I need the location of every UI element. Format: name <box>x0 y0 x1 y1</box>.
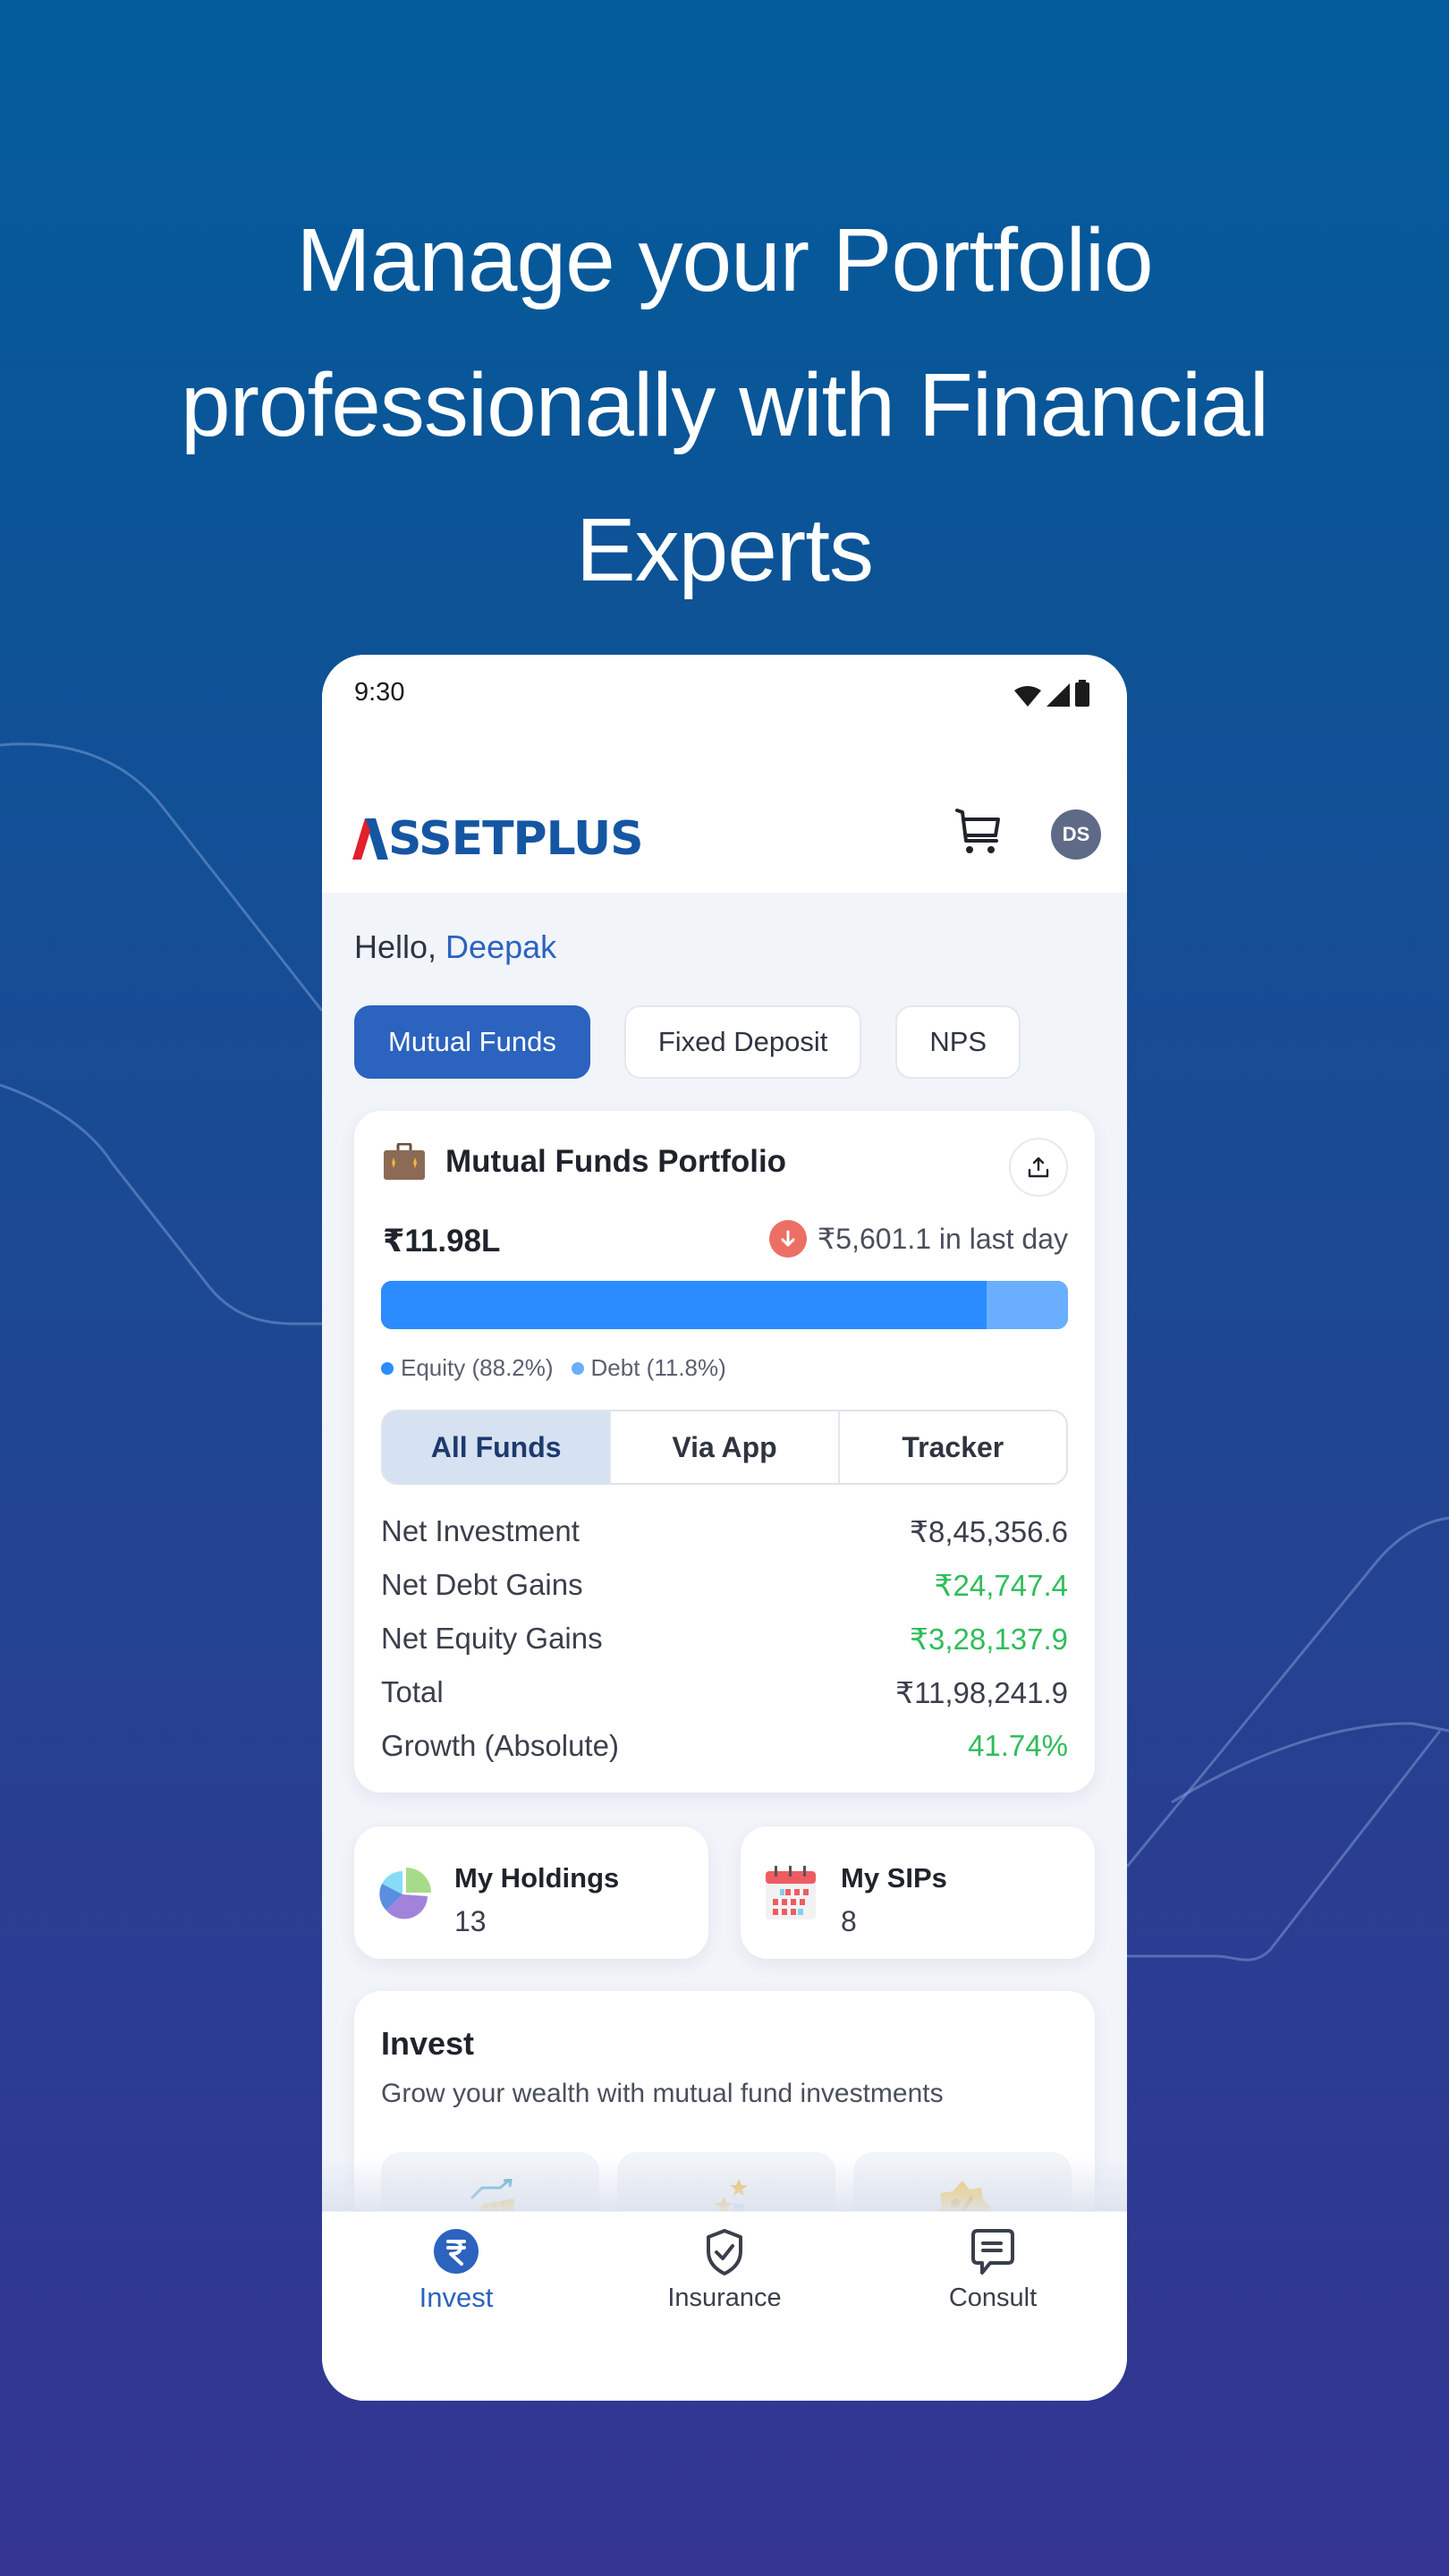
scroll-fade <box>322 2157 1127 2211</box>
nav-label: Invest <box>419 2282 494 2313</box>
portfolio-header: Mutual Funds Portfolio <box>383 1143 786 1181</box>
stat-value: ₹11,98,241.9 <box>895 1675 1068 1709</box>
portfolio-view-tabs: All Funds Via App Tracker <box>381 1410 1068 1485</box>
share-button[interactable] <box>1009 1138 1068 1197</box>
avatar[interactable]: DS <box>1051 809 1101 860</box>
legend-label: Equity (88.2%) <box>401 1354 554 1381</box>
legend-label: Debt (11.8%) <box>590 1354 726 1381</box>
chat-icon <box>971 2229 1014 2275</box>
stat-label: Total <box>381 1675 444 1708</box>
stat-value: ₹3,28,137.9 <box>910 1622 1068 1656</box>
stat-row: Total ₹11,98,241.9 <box>381 1665 1068 1719</box>
app-bar: SSETPLUS DS <box>322 744 1127 893</box>
holdings-title: My Holdings <box>454 1862 620 1894</box>
product-tabs: Mutual Funds Fixed Deposit NPS <box>354 1005 1021 1079</box>
headline: Manage your Portfolio professionally wit… <box>0 188 1449 623</box>
stat-value: ₹24,747.4 <box>934 1568 1068 1602</box>
legend-dot <box>381 1361 394 1375</box>
my-sips-card[interactable]: My SIPs 8 <box>741 1826 1095 1959</box>
stat-value: ₹8,45,356.6 <box>910 1514 1068 1548</box>
tab-all-funds[interactable]: All Funds <box>383 1411 612 1483</box>
tab-nps[interactable]: NPS <box>895 1005 1021 1079</box>
status-icons <box>1014 680 1089 707</box>
allocation-debt-segment <box>987 1281 1068 1329</box>
portfolio-value: ₹11.98L <box>383 1224 501 1258</box>
logo-text: SSETPLUS <box>388 812 644 866</box>
portfolio-title: Mutual Funds Portfolio <box>445 1144 787 1179</box>
status-bar: 9:30 <box>322 655 1127 744</box>
shield-check-icon <box>707 2229 742 2275</box>
tab-tracker[interactable]: Tracker <box>840 1411 1066 1483</box>
tab-via-app[interactable]: Via App <box>611 1411 840 1483</box>
allocation-equity-segment <box>381 1281 987 1329</box>
stat-row: Net Investment ₹8,45,356.6 <box>381 1504 1068 1558</box>
day-change-text: ₹5,601.1 in last day <box>817 1223 1068 1255</box>
allocation-bar <box>381 1281 1068 1329</box>
sips-count: 8 <box>841 1905 857 1937</box>
stat-label: Net Debt Gains <box>381 1568 583 1601</box>
status-time: 9:30 <box>354 678 405 707</box>
headline-line: Manage your Portfolio <box>296 210 1153 310</box>
invest-subtitle: Grow your wealth with mutual fund invest… <box>381 2079 944 2108</box>
sips-title: My SIPs <box>841 1862 947 1894</box>
share-icon <box>1028 1157 1049 1178</box>
signal-icon <box>1046 683 1070 707</box>
greeting-prefix: Hello, <box>354 928 446 965</box>
phone-frame: 9:30 SSETPLUS DS Hello, Deepak Mutual Fu… <box>322 655 1127 2401</box>
stat-row: Growth (Absolute) 41.74% <box>381 1719 1068 1773</box>
legend-equity: Equity (88.2%) <box>381 1354 554 1382</box>
allocation-legend: Equity (88.2%) Debt (11.8%) <box>381 1354 726 1382</box>
tab-fixed-deposit[interactable]: Fixed Deposit <box>623 1005 862 1079</box>
rupee-icon <box>434 2229 479 2274</box>
portfolio-stats: Net Investment ₹8,45,356.6 Net Debt Gain… <box>381 1504 1068 1773</box>
my-holdings-card[interactable]: My Holdings 13 <box>354 1826 708 1959</box>
headline-line: professionally with Financial <box>180 355 1269 455</box>
nav-insurance[interactable]: Insurance <box>617 2228 832 2313</box>
holdings-count: 13 <box>454 1905 487 1937</box>
stat-label: Net Investment <box>381 1514 580 1547</box>
arrow-down-icon <box>768 1220 807 1258</box>
nav-invest[interactable]: Invest <box>349 2228 564 2314</box>
nav-label: Consult <box>948 2284 1038 2312</box>
legend-dot <box>571 1361 584 1375</box>
stat-row: Net Debt Gains ₹24,747.4 <box>381 1558 1068 1612</box>
nav-consult[interactable]: Consult <box>886 2228 1100 2313</box>
bottom-nav: Invest Insurance Consult <box>322 2211 1127 2401</box>
portfolio-day-change: ₹5,601.1 in last day <box>768 1220 1068 1258</box>
assetplus-logo[interactable]: SSETPLUS <box>352 812 644 866</box>
tab-mutual-funds[interactable]: Mutual Funds <box>354 1005 590 1079</box>
invest-title: Invest <box>381 2025 475 2062</box>
headline-line: Experts <box>575 500 874 600</box>
stat-label: Net Equity Gains <box>381 1622 603 1655</box>
calendar-icon <box>766 1866 816 1919</box>
stat-value: 41.74% <box>968 1729 1068 1762</box>
stat-row: Net Equity Gains ₹3,28,137.9 <box>381 1612 1068 1665</box>
wifi-icon <box>1014 686 1041 707</box>
battery-icon <box>1075 680 1089 707</box>
cart-icon[interactable] <box>953 807 1004 857</box>
logo-a-mark <box>352 818 388 860</box>
stat-label: Growth (Absolute) <box>381 1729 619 1762</box>
portfolio-card: Mutual Funds Portfolio ₹11.98L ₹5,601.1 … <box>354 1111 1095 1792</box>
user-name: Deepak <box>445 928 557 965</box>
pie-chart-icon <box>379 1868 431 1919</box>
briefcase-icon <box>384 1143 425 1180</box>
nav-label: Insurance <box>667 2284 782 2312</box>
legend-debt: Debt (11.8%) <box>571 1354 726 1382</box>
greeting: Hello, Deepak <box>354 928 556 966</box>
